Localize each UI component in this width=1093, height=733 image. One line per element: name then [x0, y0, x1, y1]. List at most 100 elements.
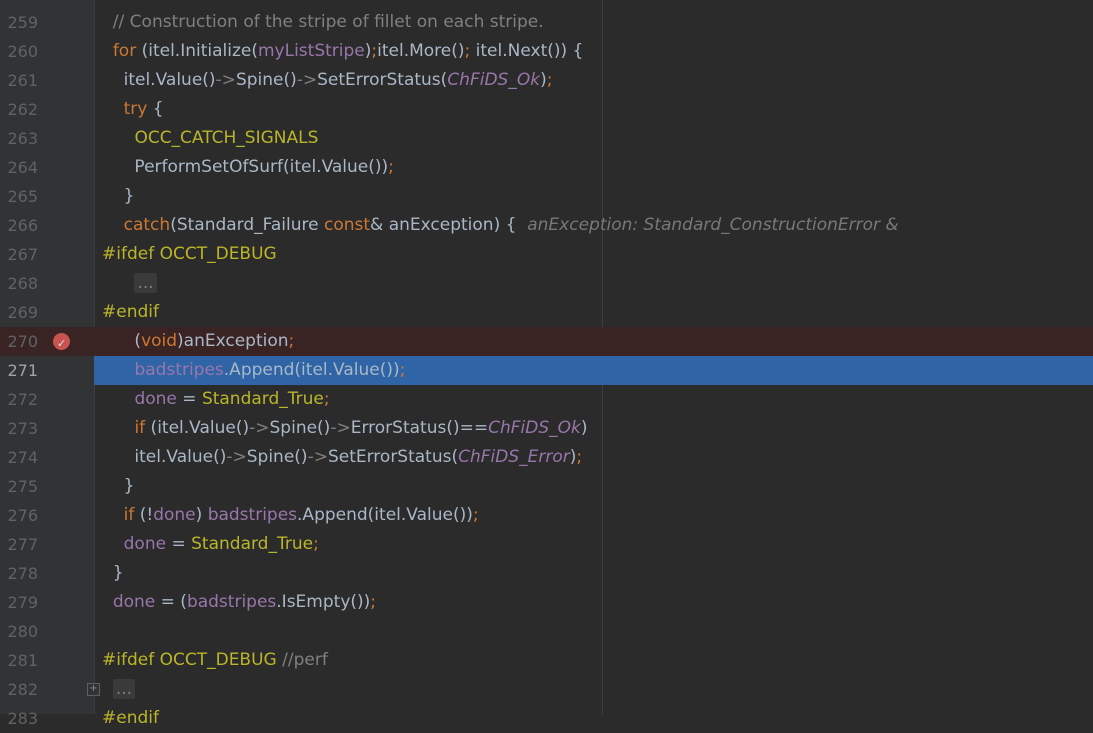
code-line[interactable]: 272 done = Standard_True; — [0, 385, 1093, 414]
code-token: ErrorStatus()== — [350, 418, 489, 438]
line-number: 271 — [7, 361, 38, 380]
code-token: (itel.Value() — [145, 418, 250, 438]
code-text[interactable]: ... — [102, 269, 157, 298]
code-text[interactable]: done = Standard_True; — [102, 530, 319, 559]
code-line[interactable]: 283 #endif — [0, 704, 1093, 733]
code-text[interactable]: if (!done) badstripes.Append(itel.Value(… — [102, 501, 479, 530]
folded-region[interactable]: ... — [134, 273, 157, 293]
code-token: ; — [576, 447, 583, 467]
code-token: -> — [296, 70, 318, 90]
line-number: 280 — [7, 622, 38, 641]
code-token: for — [112, 41, 137, 61]
fold-expand-icon[interactable]: + — [87, 683, 100, 696]
code-token: (! — [134, 505, 154, 525]
code-line[interactable]: 275 } — [0, 472, 1093, 501]
code-text[interactable]: } — [102, 182, 135, 211]
code-text[interactable]: ... — [102, 675, 136, 704]
code-text[interactable]: #endif — [102, 704, 159, 733]
code-token: )anException — [177, 331, 289, 351]
code-line[interactable]: 273 if (itel.Value()->Spine()->ErrorStat… — [0, 414, 1093, 443]
code-text[interactable]: itel.Value()->Spine()->SetErrorStatus(Ch… — [102, 66, 553, 95]
line-number: 274 — [7, 448, 38, 467]
code-text[interactable]: OCC_CATCH_SIGNALS — [102, 124, 318, 153]
code-token: Standard_True — [201, 389, 324, 409]
code-token: done — [112, 592, 156, 612]
code-line-current[interactable]: 271 badstripes.Append(itel.Value()); — [0, 356, 1093, 385]
code-text[interactable]: if (itel.Value()->Spine()->ErrorStatus()… — [102, 414, 587, 443]
code-line[interactable]: 274 itel.Value()->Spine()->SetErrorStatu… — [0, 443, 1093, 472]
code-token: -> — [226, 447, 247, 467]
code-text[interactable]: badstripes.Append(itel.Value()); — [102, 356, 405, 385]
code-token: Spine() — [235, 70, 297, 90]
code-token: if — [123, 505, 135, 525]
line-number: 260 — [7, 42, 38, 61]
code-text[interactable]: // Construction of the stripe of fillet … — [102, 8, 544, 37]
code-line[interactable]: 265 } — [0, 182, 1093, 211]
code-token: -> — [215, 70, 236, 90]
code-text[interactable]: try { — [102, 95, 164, 124]
code-line[interactable]: 270 ✓ (void)anException; — [0, 327, 1093, 356]
code-line[interactable]: 261 itel.Value()->Spine()->SetErrorStatu… — [0, 66, 1093, 95]
code-token: #endif — [102, 302, 159, 322]
code-token: ; — [370, 592, 377, 612]
code-line[interactable]: 262 try { — [0, 95, 1093, 124]
code-token: ; — [472, 505, 479, 525]
code-line[interactable]: 281 #ifdef OCCT_DEBUG //perf — [0, 646, 1093, 675]
code-line[interactable]: 268 ... — [0, 269, 1093, 298]
code-line[interactable]: 276 if (!done) badstripes.Append(itel.Va… — [0, 501, 1093, 530]
code-line[interactable]: 278 } — [0, 559, 1093, 588]
line-number: 261 — [7, 71, 38, 90]
code-line[interactable]: 260 for (itel.Initialize(myListStripe);i… — [0, 37, 1093, 66]
code-line[interactable]: 277 done = Standard_True; — [0, 530, 1093, 559]
code-token: .Append(itel.Value()) — [223, 360, 400, 380]
checkmark-icon: ✓ — [57, 337, 67, 350]
code-line[interactable]: 263 OCC_CATCH_SIGNALS — [0, 124, 1093, 153]
inlay-type-hint: anException: Standard_ConstructionError … — [527, 215, 899, 235]
code-token: done — [153, 505, 196, 525]
code-text[interactable]: PerformSetOfSurf(itel.Value()); — [102, 153, 394, 182]
code-token: SetErrorStatus( — [317, 70, 448, 90]
code-line[interactable]: 259 // Construction of the stripe of fil… — [0, 8, 1093, 37]
line-number: 264 — [7, 158, 38, 177]
code-token: } — [102, 563, 124, 583]
code-text[interactable]: (void)anException; — [102, 327, 294, 356]
code-text[interactable]: #endif — [102, 298, 159, 327]
code-token: -> — [330, 418, 351, 438]
code-text[interactable]: done = Standard_True; — [102, 385, 329, 414]
code-text[interactable]: #ifdef OCCT_DEBUG //perf — [102, 646, 328, 675]
code-line[interactable]: 267 #ifdef OCCT_DEBUG — [0, 240, 1093, 269]
code-text[interactable]: done = (badstripes.IsEmpty()); — [102, 588, 376, 617]
code-text[interactable]: catch(Standard_Failure const& anExceptio… — [102, 211, 899, 240]
code-token: // Construction of the stripe of fillet … — [102, 12, 544, 32]
code-line[interactable]: 280 — [0, 617, 1093, 646]
code-token: ; — [399, 360, 406, 380]
code-line[interactable]: 266 catch(Standard_Failure const& anExce… — [0, 211, 1093, 240]
code-token: ; — [388, 157, 394, 177]
code-line[interactable]: 282 + ... — [0, 675, 1093, 704]
code-line[interactable]: 279 done = (badstripes.IsEmpty()); — [0, 588, 1093, 617]
code-token: Standard_True — [191, 534, 314, 554]
code-line[interactable]: 264 PerformSetOfSurf(itel.Value()); — [0, 153, 1093, 182]
code-editor[interactable]: 259 // Construction of the stripe of fil… — [0, 0, 1093, 728]
code-line[interactable]: 269 #endif — [0, 298, 1093, 327]
line-number: 272 — [7, 390, 38, 409]
code-token: ChFiDS_Ok — [447, 70, 541, 90]
code-token: (Standard_Failure — [170, 215, 324, 235]
code-token: ChFiDS_Ok — [488, 418, 581, 438]
code-text[interactable]: itel.Value()->Spine()->SetErrorStatus(Ch… — [102, 443, 582, 472]
folded-region[interactable]: ... — [112, 679, 136, 699]
code-token: (itel.Initialize( — [136, 41, 258, 61]
code-text[interactable]: #ifdef OCCT_DEBUG — [102, 240, 277, 269]
code-token: } — [102, 476, 135, 496]
breakpoint-check-icon[interactable]: ✓ — [53, 333, 70, 350]
code-token: SetErrorStatus( — [327, 447, 459, 467]
code-text[interactable]: } — [102, 559, 124, 588]
code-text[interactable]: for (itel.Initialize(myListStripe);itel.… — [102, 37, 584, 66]
code-token: void — [141, 331, 178, 351]
code-text[interactable]: } — [102, 472, 135, 501]
line-number: 263 — [7, 129, 38, 148]
